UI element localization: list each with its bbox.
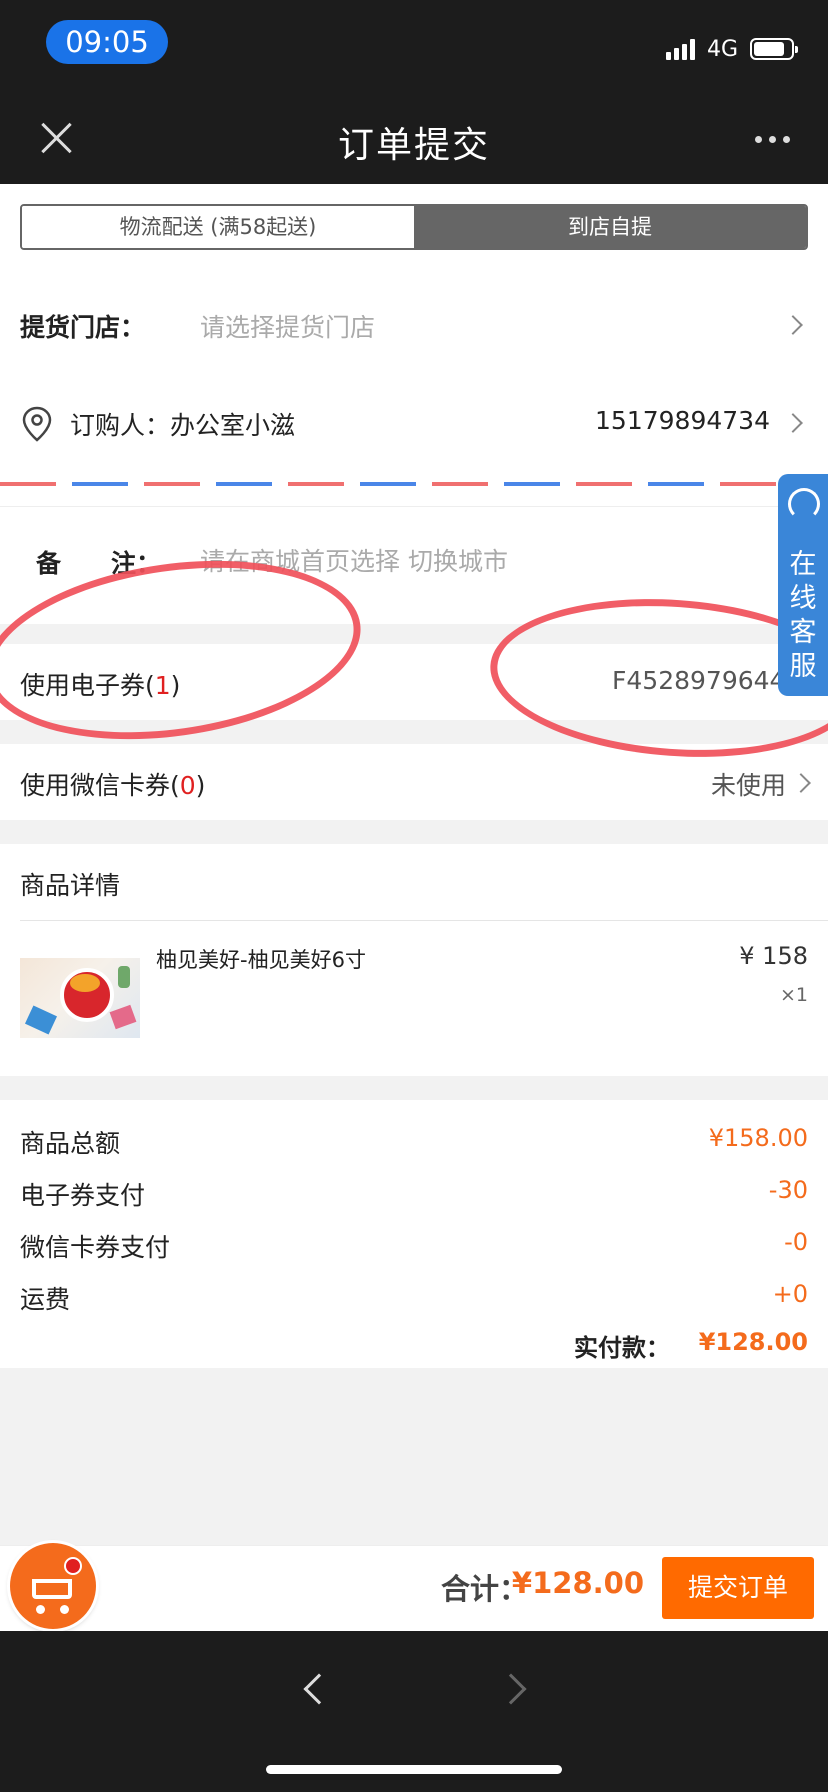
- network-type: 4G: [706, 36, 738, 62]
- cart-wheel: [36, 1605, 45, 1614]
- forward-icon[interactable]: [495, 1673, 527, 1705]
- summary-value: -30: [768, 1176, 808, 1204]
- online-service-button[interactable]: 在线客服: [778, 474, 828, 696]
- headset-icon: [788, 488, 820, 520]
- product-price: ¥ 158: [739, 942, 808, 970]
- paid-value: ¥128.00: [698, 1328, 808, 1356]
- back-icon[interactable]: [303, 1673, 335, 1705]
- product-qty: ×1: [779, 984, 808, 1006]
- status-icons: 4G: [665, 34, 798, 64]
- summary-label: 电子券支付: [20, 1181, 146, 1210]
- home-indicator: [266, 1765, 562, 1774]
- pickup-store-row[interactable]: 提货门店： 请选择提货门店: [0, 270, 828, 382]
- product-name[interactable]: 柚见美好-柚见美好6寸: [156, 944, 366, 974]
- divider: [20, 920, 828, 921]
- summary-value: -0: [784, 1228, 808, 1256]
- online-service-label: 在线客服: [789, 549, 817, 682]
- product-section-title: 商品详情: [20, 871, 121, 900]
- tab-logistics[interactable]: 物流配送 (满58起送): [22, 206, 414, 248]
- buyer-phone: 15179894734: [595, 406, 770, 435]
- more-icon[interactable]: [755, 136, 790, 143]
- buyer-name: 订购人：办公室小滋: [70, 411, 296, 440]
- delivery-tabs: 物流配送 (满58起送) 到店自提: [20, 204, 808, 250]
- delivery-panel: 物流配送 (满58起送) 到店自提 提货门店： 请选择提货门店 订购人：办公室小…: [0, 184, 828, 624]
- top-bar: 09:05 4G 订单提交: [0, 0, 828, 184]
- wechat-card-label: 使用微信卡券(0): [20, 771, 206, 800]
- paid-label: 实付款：: [574, 1334, 670, 1362]
- chevron-right-icon: [783, 315, 803, 335]
- cart-button[interactable]: [10, 1543, 96, 1629]
- battery-icon: [750, 38, 798, 60]
- summary-label: 商品总额: [20, 1129, 121, 1158]
- signal-icon: [665, 38, 695, 60]
- status-time: 09:05: [46, 20, 168, 64]
- summary-value: ¥158.00: [708, 1124, 808, 1152]
- tab-pickup[interactable]: 到店自提: [414, 206, 806, 248]
- chevron-right-icon: [791, 773, 811, 793]
- airmail-divider: [0, 482, 828, 486]
- cart-badge: [64, 1557, 82, 1575]
- wechat-card-status: 未使用: [710, 771, 786, 800]
- submit-order-button[interactable]: 提交订单: [662, 1557, 814, 1619]
- cart-wheel: [60, 1605, 69, 1614]
- summary-value: +0: [772, 1280, 808, 1308]
- summary-panel: 商品总额 ¥158.00 电子券支付 -30 微信卡券支付 -0 运费 +0 实…: [0, 1100, 828, 1368]
- browser-toolbar: [0, 1631, 828, 1792]
- chevron-right-icon: [783, 413, 803, 433]
- buyer-row[interactable]: 订购人：办公室小滋 15179894734: [0, 382, 828, 482]
- product-panel: 商品详情 柚见美好-柚见美好6寸 ¥ 158 ×1: [0, 844, 828, 1076]
- page-title: 订单提交: [337, 125, 490, 166]
- summary-label: 运费: [20, 1285, 71, 1314]
- pickup-store-label: 提货门店：: [20, 313, 146, 342]
- pickup-store-placeholder: 请选择提货门店: [200, 313, 376, 342]
- location-pin-icon: [22, 406, 52, 442]
- summary-label: 微信卡券支付: [20, 1233, 171, 1262]
- total-value: ¥128.00: [511, 1566, 644, 1600]
- product-image[interactable]: [20, 958, 140, 1038]
- cart-icon: [32, 1579, 72, 1599]
